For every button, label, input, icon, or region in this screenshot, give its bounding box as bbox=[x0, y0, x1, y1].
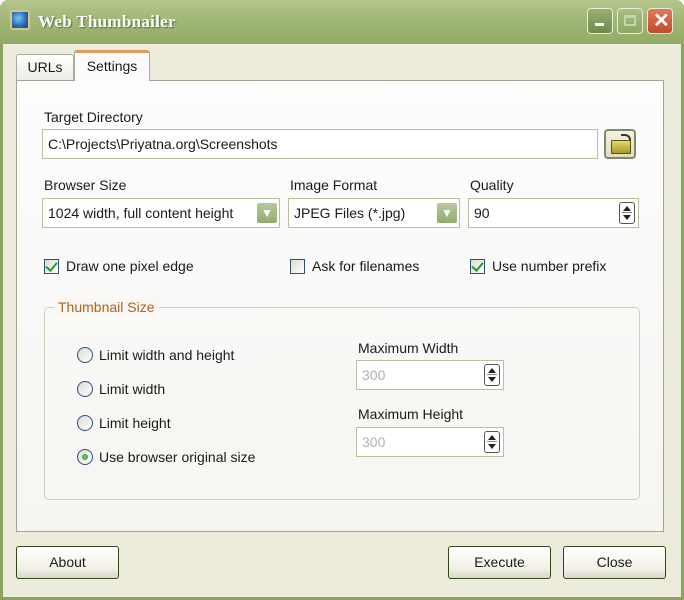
image-format-label: Image Format bbox=[290, 177, 378, 193]
radio-use-original-size[interactable] bbox=[77, 449, 93, 465]
number-prefix-checkbox[interactable] bbox=[470, 259, 485, 274]
draw-edge-label[interactable]: Draw one pixel edge bbox=[66, 258, 194, 274]
ask-filenames-checkbox[interactable] bbox=[290, 259, 305, 274]
max-width-value: 300 bbox=[362, 367, 386, 383]
browser-size-label: Browser Size bbox=[44, 177, 127, 193]
minimize-icon bbox=[595, 23, 604, 26]
quality-value: 90 bbox=[474, 205, 490, 221]
max-height-label: Maximum Height bbox=[358, 406, 464, 422]
browser-size-value: 1024 width, full content height bbox=[48, 205, 234, 221]
ask-filenames-label[interactable]: Ask for filenames bbox=[312, 258, 419, 274]
chevron-down-icon[interactable]: ▼ bbox=[257, 203, 277, 223]
max-width-stepper[interactable]: 300 bbox=[356, 360, 504, 390]
radio-label[interactable]: Use browser original size bbox=[99, 449, 255, 465]
radio-selected-icon bbox=[82, 454, 88, 460]
close-icon: ✕ bbox=[653, 10, 670, 32]
tab-settings[interactable]: Settings bbox=[74, 50, 150, 81]
radio-limit-width[interactable] bbox=[77, 381, 93, 397]
maximize-icon bbox=[624, 15, 636, 26]
radio-limit-width-height[interactable] bbox=[77, 347, 93, 363]
quality-stepper[interactable]: 90 bbox=[468, 198, 639, 228]
spin-arrows-icon[interactable] bbox=[619, 202, 635, 224]
close-button[interactable]: Close bbox=[563, 546, 666, 579]
radio-label[interactable]: Limit width and height bbox=[99, 347, 234, 363]
max-width-label: Maximum Width bbox=[358, 340, 459, 356]
title-bar[interactable]: Web Thumbnailer ✕ bbox=[0, 0, 684, 44]
spin-arrows-icon[interactable] bbox=[484, 431, 500, 453]
checkmark-icon bbox=[471, 259, 484, 272]
max-height-stepper[interactable]: 300 bbox=[356, 427, 504, 457]
window-title: Web Thumbnailer bbox=[38, 12, 176, 31]
chevron-down-icon[interactable]: ▼ bbox=[437, 203, 457, 223]
target-directory-label: Target Directory bbox=[44, 109, 143, 125]
globe-icon bbox=[10, 10, 30, 30]
browser-size-select[interactable]: 1024 width, full content height ▼ bbox=[42, 198, 280, 228]
folder-open-icon bbox=[611, 140, 631, 154]
max-height-value: 300 bbox=[362, 434, 386, 450]
radio-label[interactable]: Limit width bbox=[99, 381, 165, 397]
image-format-select[interactable]: JPEG Files (*.jpg) ▼ bbox=[288, 198, 460, 228]
image-format-value: JPEG Files (*.jpg) bbox=[294, 205, 406, 221]
execute-button[interactable]: Execute bbox=[448, 546, 551, 579]
close-window-button[interactable]: ✕ bbox=[647, 8, 673, 34]
checkmark-icon bbox=[45, 259, 58, 272]
maximize-button[interactable] bbox=[617, 8, 643, 34]
tab-urls[interactable]: URLs bbox=[16, 54, 74, 80]
quality-label: Quality bbox=[470, 177, 514, 193]
minimize-button[interactable] bbox=[587, 8, 613, 34]
about-button[interactable]: About bbox=[16, 546, 119, 579]
number-prefix-label[interactable]: Use number prefix bbox=[492, 258, 606, 274]
radio-label[interactable]: Limit height bbox=[99, 415, 171, 431]
spin-arrows-icon[interactable] bbox=[484, 364, 500, 386]
radio-limit-height[interactable] bbox=[77, 415, 93, 431]
thumbnail-size-title: Thumbnail Size bbox=[54, 299, 159, 315]
draw-edge-checkbox[interactable] bbox=[44, 259, 59, 274]
thumbnail-size-group bbox=[44, 307, 640, 500]
browse-folder-button[interactable] bbox=[604, 129, 636, 159]
target-directory-input[interactable]: C:\Projects\Priyatna.org\Screenshots bbox=[42, 129, 598, 159]
